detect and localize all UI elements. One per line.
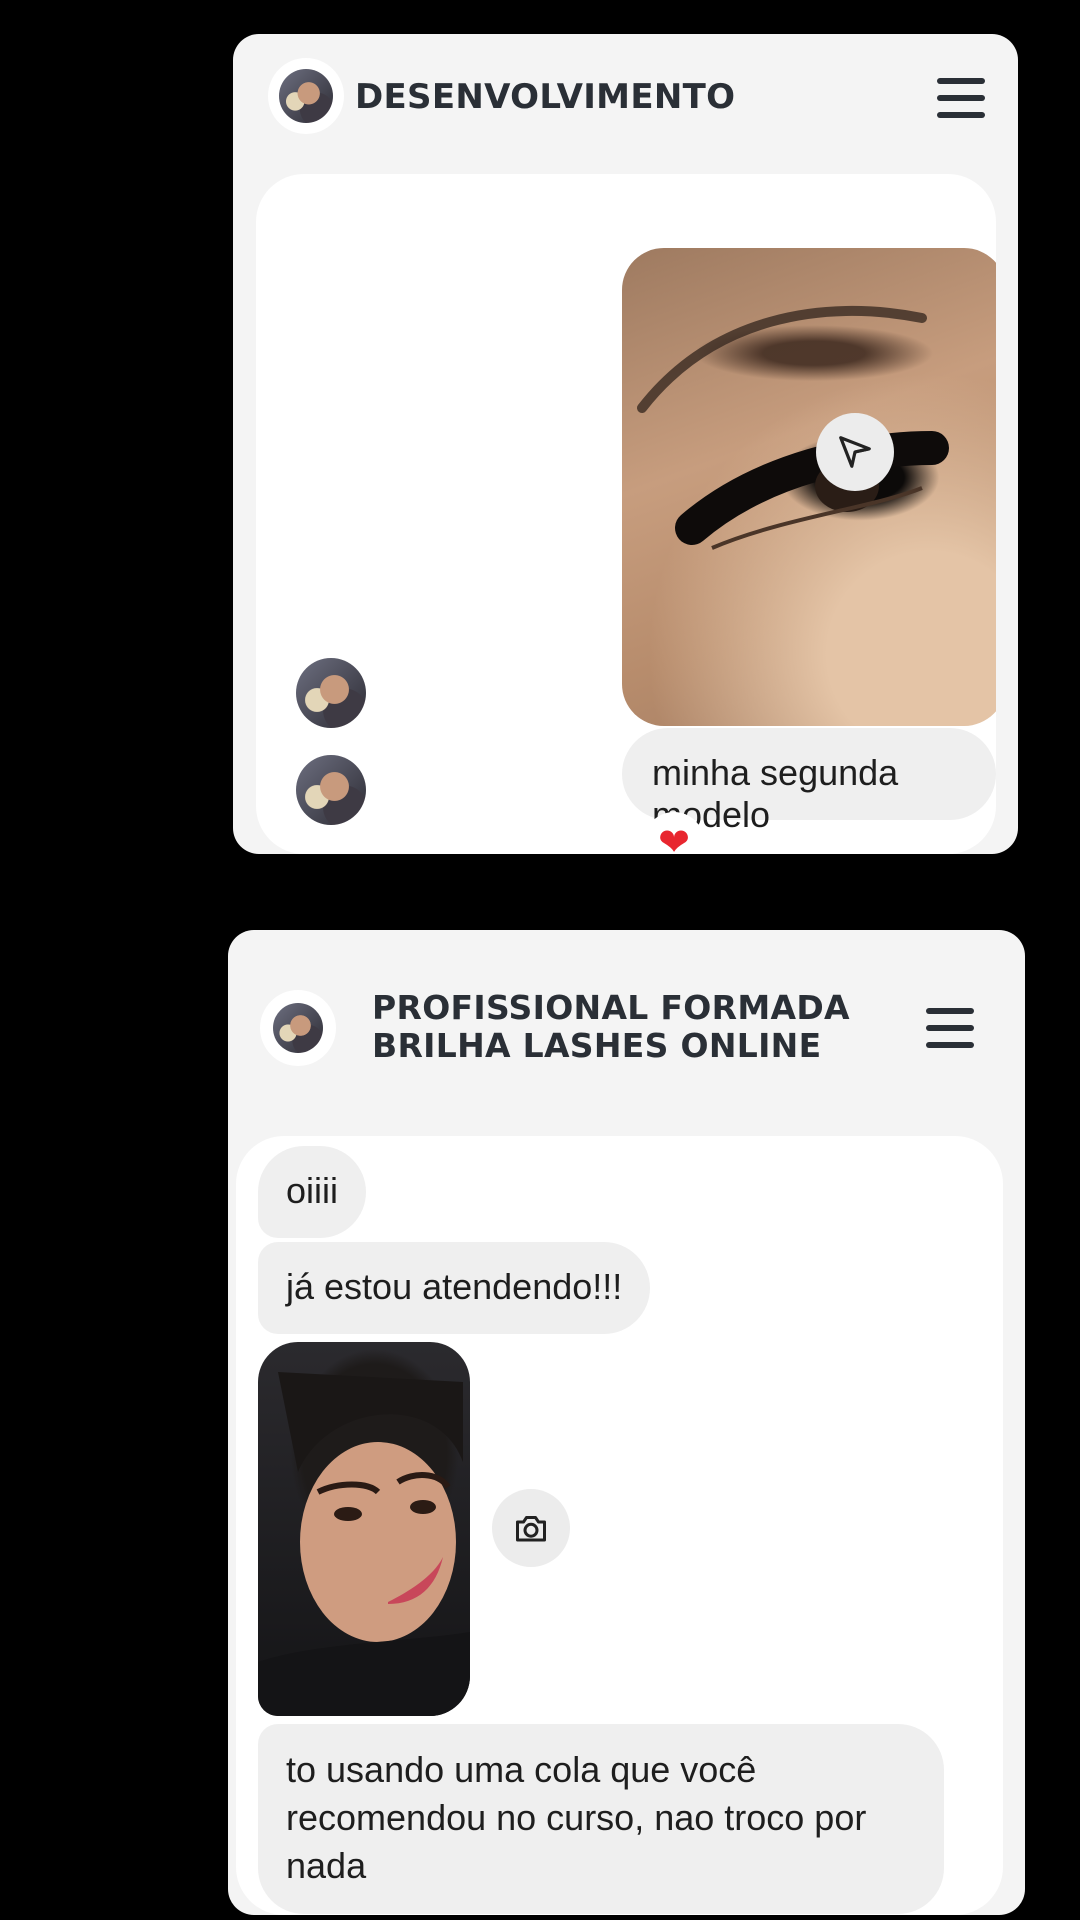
sender-avatar[interactable] (296, 755, 366, 825)
camera-icon[interactable] (492, 1489, 570, 1567)
message-panel: minha segunda modelo ❤ (256, 174, 996, 854)
message-line: nada (286, 1845, 367, 1886)
avatar-photo (279, 69, 333, 123)
heart-icon: ❤ (658, 820, 690, 854)
message-bubble[interactable]: já estou atendendo!!! (258, 1242, 651, 1334)
message-bubble[interactable]: to usando uma cola que você recomendou n… (258, 1724, 944, 1914)
chat-title: DESENVOLVIMENTO (355, 77, 736, 117)
message-bubble[interactable]: oiiii (258, 1146, 367, 1238)
message-bubble[interactable]: minha segunda modelo (622, 728, 996, 835)
message-line: to usando uma cola que você (286, 1749, 757, 1790)
profile-avatar[interactable] (260, 990, 336, 1066)
chat-card-desenvolvimento: DESENVOLVIMENTO minha segunda modelo ❤ (233, 34, 1018, 854)
menu-icon[interactable] (937, 78, 985, 118)
menu-icon[interactable] (926, 1008, 974, 1048)
chat-title-line1: PROFISSIONAL FORMADA (372, 988, 850, 1027)
message-panel: oiiii já estou atendendo!!! to usando um… (236, 1136, 1003, 1915)
eyelash-photo-message[interactable] (622, 248, 996, 726)
message-line: recomendou no curso, nao troco por (286, 1797, 867, 1838)
profile-avatar[interactable] (268, 58, 344, 134)
chat-card-profissional: PROFISSIONAL FORMADA BRILHA LASHES ONLIN… (228, 930, 1025, 1915)
sender-avatar[interactable] (296, 658, 366, 728)
client-photo-message[interactable] (258, 1342, 470, 1716)
chat-title-line2: BRILHA LASHES ONLINE (372, 1026, 822, 1065)
chat-title: PROFISSIONAL FORMADA BRILHA LASHES ONLIN… (372, 989, 850, 1065)
avatar-photo (273, 1003, 323, 1053)
send-icon[interactable] (816, 413, 894, 491)
